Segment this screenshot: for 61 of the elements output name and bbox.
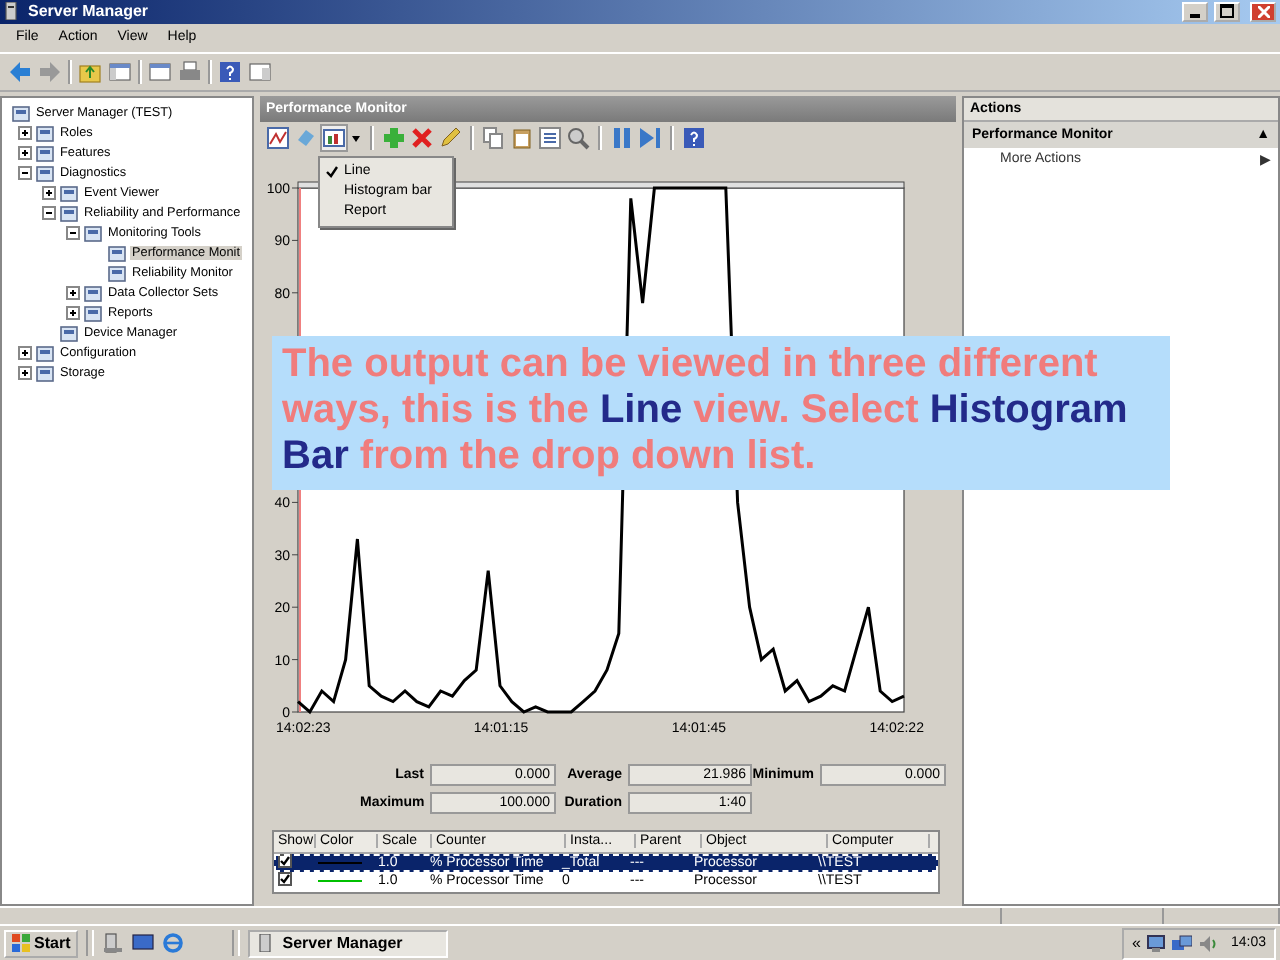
server-icon [4, 2, 22, 21]
panel-icon[interactable] [108, 59, 132, 84]
expander-icon[interactable] [18, 166, 32, 181]
expander-icon[interactable] [18, 146, 32, 161]
printer-icon[interactable] [178, 59, 202, 84]
minimize-button[interactable] [1182, 1, 1208, 22]
expander-icon[interactable] [42, 206, 56, 221]
maximize-icon [1220, 4, 1234, 19]
network-icon[interactable] [1172, 933, 1193, 954]
copy-icon[interactable] [482, 126, 506, 151]
maximize-button[interactable] [1214, 1, 1240, 22]
expander-icon[interactable] [18, 126, 32, 141]
folder-icon[interactable] [78, 59, 102, 84]
windows-flag-icon [12, 934, 30, 953]
node-icon [108, 244, 126, 263]
help-icon[interactable] [218, 59, 242, 84]
close-button[interactable] [1250, 1, 1276, 22]
node-icon [84, 224, 102, 243]
taskbar-button[interactable]: Server Manager [248, 929, 449, 958]
close-icon [1257, 5, 1269, 18]
node-icon [36, 124, 54, 143]
graph-type-icon[interactable] [322, 126, 346, 151]
desktop-icon[interactable] [132, 932, 155, 955]
back-arrow-icon[interactable] [8, 59, 32, 84]
expander-icon[interactable] [42, 186, 56, 201]
node-icon [36, 144, 54, 163]
node-icon [84, 304, 102, 323]
clipboard-icon[interactable] [510, 126, 534, 151]
pencil-icon[interactable] [438, 126, 462, 151]
node-icon [12, 104, 30, 123]
expander-icon[interactable] [66, 286, 80, 301]
pause-icon[interactable] [610, 126, 634, 151]
server-icon [258, 934, 277, 953]
monitor-icon[interactable] [1146, 933, 1167, 954]
checkbox[interactable] [278, 871, 292, 886]
caption-text: The output can be viewed in three different ways, this is the Line view. Select Histogram Bar from the drop down list. [282, 342, 1128, 478]
node-icon [36, 164, 54, 183]
node-icon [108, 264, 126, 283]
magnifier-icon[interactable] [566, 126, 590, 151]
node-icon [60, 204, 78, 223]
window-icon[interactable] [148, 59, 172, 84]
node-icon [84, 284, 102, 303]
node-icon [60, 184, 78, 203]
expander-icon[interactable] [66, 226, 80, 241]
panel-icon[interactable] [248, 59, 272, 84]
help-icon[interactable] [682, 126, 706, 151]
browser-icon[interactable] [162, 932, 185, 955]
start-button[interactable]: Start [4, 929, 79, 958]
delete-icon[interactable] [410, 126, 434, 151]
node-icon [36, 364, 54, 383]
properties-icon[interactable] [538, 126, 562, 151]
node-icon [36, 344, 54, 363]
expander-icon[interactable] [18, 346, 32, 361]
checkbox[interactable] [278, 853, 292, 868]
tray-expand-glyph[interactable]: « [1132, 934, 1141, 953]
expander-icon[interactable] [66, 306, 80, 321]
window-title: Server Manager [28, 2, 149, 21]
step-forward-icon[interactable] [638, 126, 662, 151]
expander-icon[interactable] [18, 366, 32, 381]
chart-icon[interactable] [266, 126, 290, 151]
node-icon [60, 324, 78, 343]
